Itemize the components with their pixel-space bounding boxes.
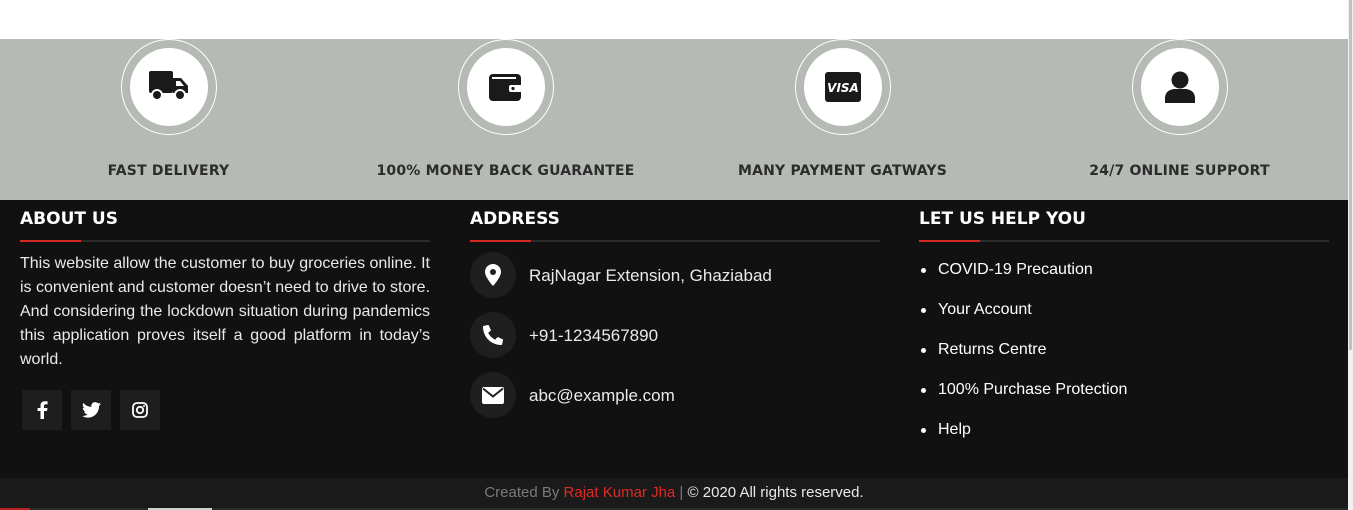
address-email: abc@example.com [470,372,880,418]
scrollbar-thumb[interactable] [1349,0,1352,350]
feature-online-support: 24/7 ONLINE SUPPORT [1011,39,1348,200]
author-link[interactable]: Rajat Kumar Jha [564,484,676,501]
feature-icon-ring [458,39,554,135]
feature-label: MANY PAYMENT GATWAYS [737,163,948,179]
help-link-returns[interactable]: Returns Centre [919,338,1127,378]
social-links [22,390,160,430]
feature-icon-ring [121,39,217,135]
visa-text: VISA [827,81,859,95]
wallet-icon [467,48,545,126]
feature-payment-gateways: VISA MANY PAYMENT GATWAYS [674,39,1011,200]
page-top-area [0,0,1348,39]
copyright-rights: 2020 All rights reserved. [698,484,864,501]
copyright-prefix: Created By [484,484,564,501]
feature-label: 100% MONEY BACK GUARANTEE [376,163,635,179]
feature-fast-delivery: FAST DELIVERY [0,39,337,200]
user-icon [1141,48,1219,126]
help-links: COVID-19 Precaution Your Account Returns… [919,258,1127,458]
about-title: ABOUT US [20,209,118,229]
title-divider [470,240,880,242]
address-title: ADDRESS [470,209,560,229]
copyright-bar: Created By Rajat Kumar Jha | © 2020 All … [0,478,1348,510]
facebook-icon[interactable] [22,390,62,430]
feature-money-back: 100% MONEY BACK GUARANTEE [337,39,674,200]
feature-label: FAST DELIVERY [107,163,230,179]
help-link-protection[interactable]: 100% Purchase Protection [919,378,1127,418]
address-text: RajNagar Extension, Ghaziabad [529,266,772,285]
help-link-covid[interactable]: COVID-19 Precaution [919,258,1127,298]
help-link-account[interactable]: Your Account [919,298,1127,338]
truck-icon [130,48,208,126]
visa-card-icon: VISA [804,48,882,126]
help-title: LET US HELP YOU [919,209,1086,229]
feature-icon-ring: VISA [795,39,891,135]
feature-label: 24/7 ONLINE SUPPORT [1089,163,1270,179]
envelope-icon [470,372,516,418]
site-footer: ABOUT US This website allow the customer… [0,200,1348,478]
help-link-help[interactable]: Help [919,418,1127,458]
page-scrollbar[interactable] [1348,0,1353,510]
instagram-icon[interactable] [120,390,160,430]
about-description: This website allow the customer to buy g… [20,255,431,368]
address-location: RajNagar Extension, Ghaziabad [470,252,880,298]
address-phone: +91-1234567890 [470,312,880,358]
map-marker-icon [470,252,516,298]
title-divider [20,240,430,242]
twitter-icon[interactable] [71,390,111,430]
copyright-symbol: © [687,484,699,501]
title-divider [919,240,1329,242]
feature-icon-ring [1132,39,1228,135]
copyright-separator: | [675,484,688,501]
phone-icon [470,312,516,358]
email-text[interactable]: abc@example.com [529,386,675,406]
phone-text[interactable]: +91-1234567890 [529,326,658,346]
features-band: FAST DELIVERY 100% MONEY BACK GUARANTEE … [0,39,1348,200]
